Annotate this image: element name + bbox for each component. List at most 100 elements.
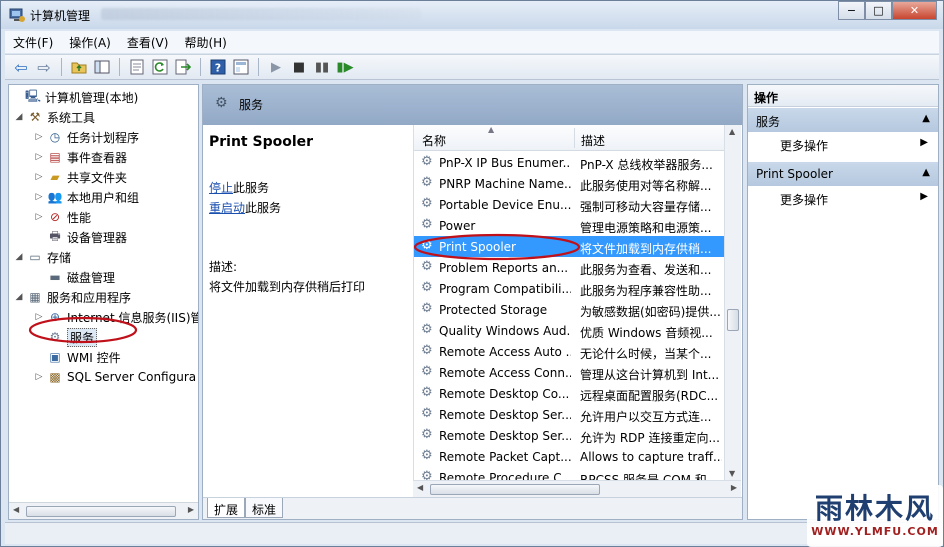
tree-item-task-scheduler[interactable]: ▷ ◷ 任务计划程序 [33,127,198,147]
service-row[interactable]: ⚙ Remote Desktop Ser... 允许为 RDP 连接重定向... [414,425,725,446]
description-text: 将文件加载到内存供稍后打印 [209,280,366,294]
tree-toggle[interactable]: ▷ [33,172,45,182]
gear-icon: ⚙ [421,280,433,295]
forward-arrow-icon[interactable]: ⇨ [34,57,54,77]
scroll-down-arrow-icon[interactable]: ▼ [729,469,735,478]
console-icon[interactable] [231,57,251,77]
tree-item-shared-folders[interactable]: ▷ ▰ 共享文件夹 [33,167,198,187]
restart-service-link[interactable]: 重启动 [209,201,245,215]
tab-standard[interactable]: 标准 [245,498,284,518]
scrollbar-thumb[interactable] [727,309,739,331]
services-horizontal-scrollbar[interactable]: ◀ ▶ [413,480,741,497]
gear-icon: ⚙ [421,343,433,358]
tree-item-performance[interactable]: ▷ ⊘ 性能 [33,207,198,227]
tree-toggle[interactable]: ◢ [13,292,25,302]
tree-item-storage[interactable]: ◢ ▭ 存储 [13,247,198,267]
scroll-left-arrow-icon[interactable]: ◀ [13,505,19,514]
tree-item-system-tools[interactable]: ◢ ⚒ 系统工具 [13,107,198,127]
services-vertical-scrollbar[interactable]: ▲ ▼ [724,125,741,480]
tree-item-label: 服务和应用程序 [47,290,132,305]
toolbar-separator [119,58,120,76]
stop-icon[interactable]: ■ [289,57,309,77]
status-bar [5,522,939,544]
gear-icon: ⚙ [421,196,433,211]
toolbar-separator [258,58,259,76]
toolbar: ⇦ ⇨ ? ▶ ■ ▮▮ ▮▶ [5,54,939,80]
title-bar: 计算机管理 − □ ✕ [1,1,943,29]
service-row[interactable]: ⚙ Remote Desktop Ser... 允许用户以交互方式连... [414,404,725,425]
action-more-actions-print-spooler[interactable]: 更多操作 ▶ [748,187,938,209]
menu-action[interactable]: 操作(A) [61,34,119,51]
view-tabs: 扩展 标准 [203,497,742,519]
services-header-title: 服务 [239,98,264,112]
show-tree-icon[interactable] [92,57,112,77]
tree-item-device-manager[interactable]: 🖶 设备管理器 [33,227,198,247]
tree-item-local-users[interactable]: ▷ 👥 本地用户和组 [33,187,198,207]
back-arrow-icon[interactable]: ⇦ [11,57,31,77]
menu-view[interactable]: 查看(V) [119,34,177,51]
export-icon[interactable] [173,57,193,77]
service-row[interactable]: ⚙ Remote Access Conn... 管理从这台计算机到 Int... [414,362,725,383]
tree-item-label: 任务计划程序 [67,130,140,145]
tree-toggle[interactable]: ▷ [33,212,45,222]
scroll-left-arrow-icon[interactable]: ◀ [417,483,423,492]
service-description: 无论什么时候，当某个... [580,347,712,361]
scrollbar-thumb[interactable] [26,506,176,517]
service-row[interactable]: ⚙ PnP-X IP Bus Enumer... PnP-X 总线枚举器服务... [414,152,725,173]
scroll-right-arrow-icon[interactable]: ▶ [188,505,194,514]
refresh-icon[interactable] [150,57,170,77]
maximize-button[interactable]: □ [865,1,892,20]
collapse-up-icon[interactable]: ▲ [922,113,930,124]
service-description: 此服务使用对等名称解... [580,179,712,193]
actions-section-services[interactable]: 服务 ▲ [748,108,938,132]
tree-item-event-viewer[interactable]: ▷ ▤ 事件查看器 [33,147,198,167]
tree-toggle[interactable]: ▷ [33,192,45,202]
play-icon[interactable]: ▶ [266,57,286,77]
column-header-name[interactable]: 名称 [422,132,446,149]
service-row[interactable]: ⚙ PNRP Machine Name... 此服务使用对等名称解... [414,173,725,194]
service-name: Problem Reports an... [439,261,569,275]
minimize-button[interactable]: − [838,1,865,20]
menu-help[interactable]: 帮助(H) [176,34,234,51]
tree-item-sql-server[interactable]: ▷ ▩ SQL Server Configura [33,367,198,387]
tree-toggle[interactable]: ▷ [33,152,45,162]
gear-icon: ⚙ [421,217,433,232]
service-row[interactable]: ⚙ Quality Windows Aud... 优质 Windows 音频视... [414,320,725,341]
tree-item-computer-management[interactable]: 🖳 计算机管理(本地) [11,87,198,107]
restart-icon[interactable]: ▮▶ [335,57,355,77]
tree-item-disk-management[interactable]: ▬ 磁盘管理 [33,267,198,287]
gear-icon: ⚙ [421,175,433,190]
tree-toggle[interactable]: ▷ [33,372,45,382]
service-row[interactable]: ⚙ Remote Packet Capt... Allows to capture … [414,446,725,467]
tree-item-label: 计算机管理(本地) [45,90,139,105]
tree-item-wmi[interactable]: ▣ WMI 控件 [33,347,198,367]
tree-item-services-and-apps[interactable]: ◢ ▦ 服务和应用程序 [13,287,198,307]
tab-extended[interactable]: 扩展 [207,498,246,518]
service-row[interactable]: ⚙ Program Compatibili... 此服务为程序兼容性助... [414,278,725,299]
service-row[interactable]: ⚙ Protected Storage 为敏感数据(如密码)提供... [414,299,725,320]
action-more-actions-services[interactable]: 更多操作 ▶ [748,133,938,155]
scrollbar-thumb[interactable] [430,484,600,495]
close-button[interactable]: ✕ [892,1,937,20]
tree-toggle[interactable]: ◢ [13,252,25,262]
properties-icon[interactable] [127,57,147,77]
up-folder-icon[interactable] [69,57,89,77]
tree-toggle[interactable]: ◢ [13,112,25,122]
tree-toggle[interactable]: ▷ [33,132,45,142]
pause-icon[interactable]: ▮▮ [312,57,332,77]
stop-service-row: 停止此服务 [209,179,269,196]
actions-section-print-spooler[interactable]: Print Spooler ▲ [748,162,938,186]
service-row[interactable]: ⚙ Portable Device Enu... 强制可移动大容量存储... [414,194,725,215]
service-row[interactable]: ⚙ Remote Access Auto ... 无论什么时候，当某个... [414,341,725,362]
help-icon[interactable]: ? [208,57,228,77]
menu-file[interactable]: 文件(F) [5,34,61,51]
selected-service-title: Print Spooler [209,134,314,150]
column-header-description[interactable]: 描述 [581,132,605,149]
tree-horizontal-scrollbar[interactable]: ◀ ▶ [9,502,198,519]
service-row[interactable]: ⚙ Remote Desktop Co... 远程桌面配置服务(RDC... [414,383,725,404]
stop-service-link[interactable]: 停止 [209,181,233,195]
scroll-right-arrow-icon[interactable]: ▶ [731,483,737,492]
column-separator[interactable] [574,128,575,148]
collapse-up-icon[interactable]: ▲ [922,167,930,178]
scroll-up-arrow-icon[interactable]: ▲ [729,127,735,136]
